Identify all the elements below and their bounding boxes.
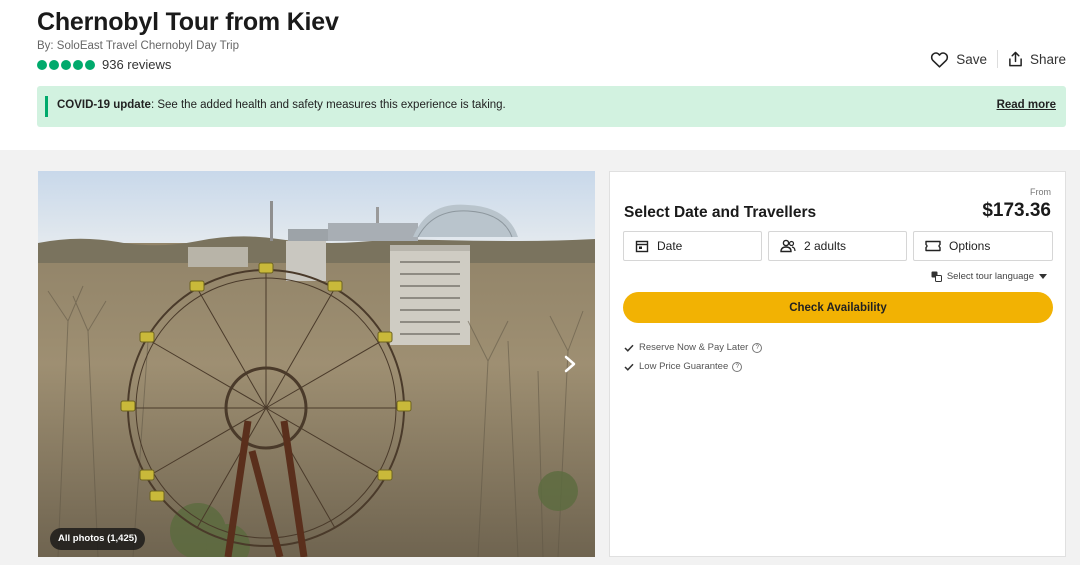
save-button[interactable]: Save xyxy=(930,51,987,68)
perk-label: Reserve Now & Pay Later xyxy=(639,342,749,353)
tour-language-selector[interactable]: Select tour language xyxy=(931,271,1047,282)
travellers-label: 2 adults xyxy=(804,239,847,253)
covid-label: COVID-19 update xyxy=(57,99,151,111)
actions-divider xyxy=(996,50,998,68)
booking-title: Select Date and Travellers xyxy=(624,204,817,221)
info-icon[interactable]: ? xyxy=(732,361,743,372)
check-availability-button[interactable]: Check Availability xyxy=(623,292,1053,323)
travellers-selector[interactable]: 2 adults xyxy=(768,231,907,261)
perk-label: Low Price Guarantee xyxy=(639,361,729,372)
all-photos-button[interactable]: All photos (1,425) xyxy=(50,528,146,550)
share-button[interactable]: Share xyxy=(1008,51,1066,67)
booking-card: Select Date and Travellers From $173.36 … xyxy=(609,171,1066,557)
rating-row[interactable]: 936 reviews xyxy=(37,57,171,72)
rating-bubble xyxy=(85,59,95,70)
options-selector[interactable]: Options xyxy=(913,231,1053,261)
people-icon xyxy=(780,239,796,253)
header-actions: Save Share xyxy=(930,50,1066,68)
ticket-icon xyxy=(925,240,941,252)
covid-message: : See the added health and safety measur… xyxy=(150,99,506,111)
save-label: Save xyxy=(956,51,987,67)
heart-icon xyxy=(931,51,949,68)
byline[interactable]: By: SoloEast Travel Chernobyl Day Trip xyxy=(37,40,239,52)
next-photo-button[interactable] xyxy=(555,337,585,391)
rating-bubble xyxy=(37,59,47,70)
pripyat-ferris-wheel-image xyxy=(38,171,595,557)
share-label: Share xyxy=(1029,51,1066,67)
from-label: From xyxy=(1030,187,1051,197)
perk-item: Reserve Now & Pay Later ? xyxy=(624,342,763,353)
chevron-right-icon xyxy=(564,355,576,373)
options-label: Options xyxy=(949,239,991,253)
read-more-link[interactable]: Read more xyxy=(997,99,1056,111)
covid-text: COVID-19 update: See the added health an… xyxy=(57,99,506,111)
rating-bubble xyxy=(49,59,59,70)
covid-accent-bar xyxy=(45,96,48,117)
rating-bubble xyxy=(73,59,83,70)
translate-icon xyxy=(931,271,942,282)
info-icon[interactable]: ? xyxy=(752,342,763,353)
check-icon xyxy=(624,363,634,371)
share-icon xyxy=(1009,51,1022,67)
price: $173.36 xyxy=(982,200,1051,221)
check-icon xyxy=(624,344,634,352)
perk-item: Low Price Guarantee ? xyxy=(624,361,743,372)
calendar-icon xyxy=(635,240,649,253)
tour-language-label: Select tour language xyxy=(946,271,1034,282)
header-section: Chernobyl Tour from Kiev By: SoloEast Tr… xyxy=(0,0,1080,150)
covid-banner: COVID-19 update: See the added health an… xyxy=(37,86,1066,127)
rating-bubble xyxy=(61,59,71,70)
date-selector[interactable]: Date xyxy=(623,231,762,261)
date-label: Date xyxy=(657,239,683,253)
review-count[interactable]: 936 reviews xyxy=(102,57,171,72)
hero-photo[interactable] xyxy=(38,171,595,557)
page-title: Chernobyl Tour from Kiev xyxy=(37,8,339,36)
caret-down-icon xyxy=(1039,274,1047,279)
